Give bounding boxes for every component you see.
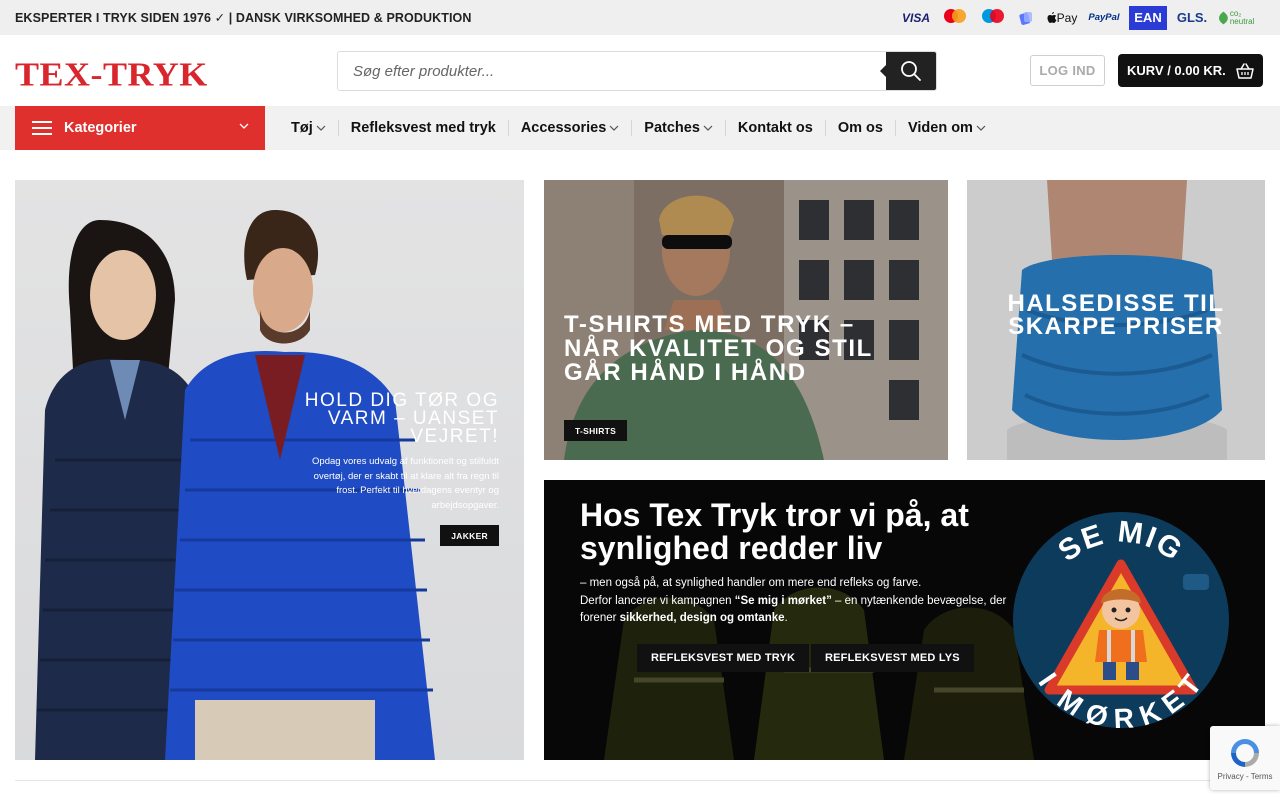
menu-item-om-os[interactable]: Om os — [824, 120, 895, 136]
co2-neutral-icon: co₂ neutral — [1217, 7, 1265, 29]
jakker-title: HOLD DIG TØR OG VARM – UANSET VEJRET! — [304, 390, 499, 447]
menu-item-kontakt[interactable]: Kontakt os — [724, 120, 825, 136]
chevron-down-icon — [703, 125, 713, 131]
tagline: EKSPERTER I TRYK SIDEN 1976 ✓ | DANSK VI… — [15, 11, 472, 25]
menu-item-toj[interactable]: Tøj — [279, 120, 338, 136]
tshirts-banner[interactable]: T-SHIRTS MED TRYK – NÅR KVALITET OG STIL… — [544, 180, 948, 460]
jakker-banner[interactable]: HOLD DIG TØR OG VARM – UANSET VEJRET! Op… — [15, 180, 524, 760]
se-mig-i-morket-badge: SE MIG I MØRKET — [1013, 512, 1229, 728]
menu-item-patches[interactable]: Patches — [631, 120, 725, 136]
cart-label: KURV / 0.00 KR. — [1127, 63, 1226, 78]
categories-button[interactable]: Kategorier — [15, 106, 265, 150]
tshirts-title: T-SHIRTS MED TRYK – NÅR KVALITET OG STIL… — [564, 311, 873, 386]
tshirts-button[interactable]: T-SHIRTS — [564, 420, 628, 441]
search-bar — [337, 51, 937, 91]
refleks-banner: Hos Tex Tryk tror vi på, at synlighed re… — [544, 480, 1265, 760]
site-logo[interactable]: TEX-TRYK — [15, 54, 208, 94]
refleks-title: Hos Tex Tryk tror vi på, at synlighed re… — [580, 497, 969, 566]
hamburger-icon — [32, 121, 52, 135]
top-bar: EKSPERTER I TRYK SIDEN 1976 ✓ | DANSK VI… — [0, 0, 1280, 35]
chevron-down-icon — [609, 125, 619, 131]
halsedisse-banner[interactable]: HALSEDISSE TIL SKARPE PRISER — [967, 180, 1265, 460]
jakker-description: Opdag vores udvalg af funktionelt og sti… — [312, 456, 499, 511]
refleksvest-med-lys-button[interactable]: REFLEKSVEST MED LYS — [811, 644, 974, 672]
jakker-button[interactable]: JAKKER — [440, 525, 499, 546]
mobilepay-icon — [1015, 7, 1037, 29]
payment-icons: VISA Pay PayPal EAN GLS. co₂ neutral — [901, 4, 1265, 31]
maestro-icon — [977, 7, 1007, 29]
halsedisse-title: HALSEDISSE TIL SKARPE PRISER — [1007, 290, 1225, 340]
menu-item-accessories[interactable]: Accessories — [507, 120, 631, 136]
refleksvest-med-tryk-button[interactable]: REFLEKSVEST MED TRYK — [637, 644, 810, 672]
menu-item-refleksvest[interactable]: Refleksvest med tryk — [337, 120, 508, 136]
main-menu: Tøj Refleksvest med tryk Accessories Pat… — [279, 106, 998, 150]
menu-item-viden-om[interactable]: Viden om — [894, 120, 998, 136]
section-divider — [15, 780, 1265, 781]
search-input[interactable] — [338, 52, 886, 90]
search-icon — [901, 61, 921, 81]
apple-pay-icon: Pay — [1045, 7, 1079, 29]
ean-icon: EAN — [1129, 5, 1167, 30]
cart-button[interactable]: KURV / 0.00 KR. — [1118, 54, 1263, 87]
basket-icon — [1236, 62, 1254, 79]
main-navbar: Kategorier Tøj Refleksvest med tryk Acce… — [0, 106, 1280, 150]
recaptcha-badge[interactable]: Privacy - Terms — [1210, 726, 1280, 790]
login-button[interactable]: LOG IND — [1030, 55, 1105, 86]
chevron-down-icon — [239, 123, 249, 129]
gls-icon: GLS. — [1176, 10, 1208, 25]
refleks-text: – men også på, at synlighed handler om m… — [580, 577, 1007, 624]
search-button[interactable] — [880, 52, 936, 90]
paypal-icon: PayPal — [1088, 12, 1120, 23]
mastercard-icon — [939, 7, 969, 29]
categories-label: Kategorier — [64, 120, 137, 136]
chevron-down-icon — [316, 125, 326, 131]
recaptcha-label: Privacy - Terms — [1217, 771, 1273, 781]
recaptcha-icon — [1231, 738, 1259, 767]
visa-icon: VISA — [901, 10, 930, 25]
chevron-down-icon — [976, 125, 986, 131]
